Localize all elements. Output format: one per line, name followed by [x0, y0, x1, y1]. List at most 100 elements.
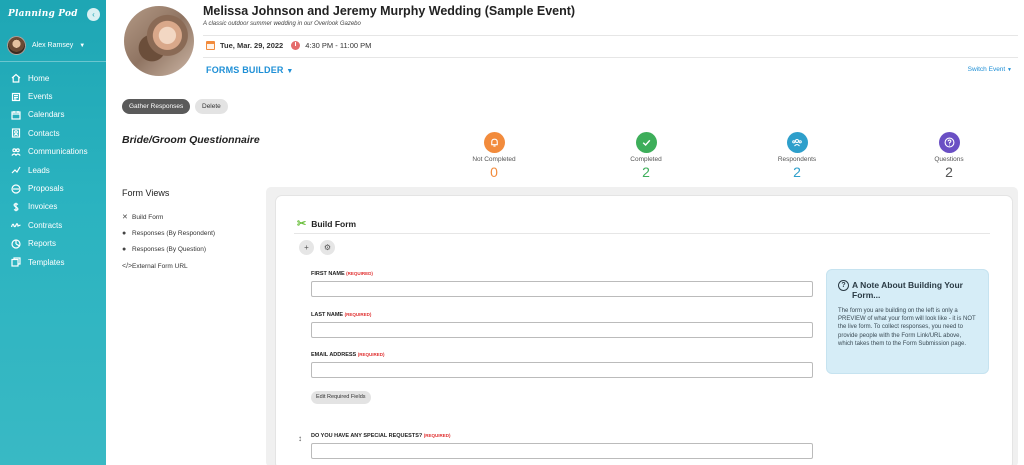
gather-responses-button[interactable]: Gather Responses — [122, 99, 191, 114]
builder-heading: ✂ Build Form — [297, 217, 356, 230]
edit-required-fields-button[interactable]: Edit Required Fields — [311, 391, 371, 404]
note-title: A Note About Building Your Form... — [852, 280, 963, 300]
field-label-text: LAST NAME — [311, 312, 344, 318]
stat-value: 2 — [793, 164, 801, 180]
required-marker: (REQUIRED) — [423, 433, 451, 438]
user-menu[interactable]: Alex Ramsey ▼ — [7, 36, 85, 55]
code-icon: </> — [122, 262, 133, 270]
dollar-icon — [10, 202, 22, 212]
last-name-input[interactable] — [311, 322, 813, 338]
first-name-input[interactable] — [311, 281, 813, 297]
builder-title: Build Form — [311, 218, 357, 229]
sidebar-item-home[interactable]: Home — [0, 69, 106, 87]
sidebar-item-label: Proposals — [28, 184, 64, 194]
sidebar-item-label: Contacts — [28, 128, 60, 138]
tools-icon: ✕ — [122, 214, 128, 222]
sidebar-item-label: Home — [28, 73, 50, 83]
form-view-build-form[interactable]: ✕ Build Form — [122, 209, 215, 225]
sidebar-item-label: Calendars — [28, 110, 65, 120]
bell-icon — [483, 132, 505, 153]
sidebar-item-contacts[interactable]: Contacts — [0, 124, 106, 142]
form-view-external-url[interactable]: </> External Form URL — [122, 258, 215, 274]
caret-down-icon: ▼ — [1007, 67, 1012, 73]
sidebar-nav: Home Events Calendars Contacts Communica… — [0, 69, 106, 271]
templates-icon — [10, 257, 22, 267]
field-label-text: FIRST NAME — [311, 271, 345, 277]
question-icon — [938, 132, 960, 153]
sidebar-item-contracts[interactable]: Contracts — [0, 216, 106, 234]
header-divider — [203, 57, 1018, 58]
stat-not-completed: Not Completed 0 — [454, 132, 534, 180]
users-icon: ● — [122, 229, 127, 237]
sidebar: Planning Pod ‹ Alex Ramsey ▼ Home Events… — [0, 0, 106, 465]
form-views-heading: Form Views — [122, 188, 170, 198]
required-marker: (REQUIRED) — [346, 271, 373, 276]
forms-builder-label: FORMS BUILDER — [206, 65, 284, 75]
question-circle-icon: ● — [122, 246, 127, 254]
stat-label: Not Completed — [472, 156, 516, 163]
event-time: 4:30 PM - 11:00 PM — [305, 41, 372, 50]
collapse-sidebar-icon[interactable]: ‹ — [87, 8, 100, 21]
special-requests-input[interactable] — [311, 443, 813, 459]
switch-event-dropdown[interactable]: Switch Event ▼ — [968, 66, 1012, 73]
field-label-email: EMAIL ADDRESS (REQUIRED) — [311, 352, 385, 358]
question-circle-icon: ? — [838, 280, 849, 291]
stat-label: Respondents — [777, 156, 817, 163]
required-marker: (REQUIRED) — [344, 312, 372, 317]
event-subtitle: A classic outdoor summer wedding in our … — [203, 21, 361, 27]
switch-event-label: Switch Event — [967, 66, 1006, 73]
sidebar-item-templates[interactable]: Templates — [0, 253, 106, 271]
form-view-label: Responses (By Question) — [132, 246, 207, 254]
form-view-by-question[interactable]: ● Responses (By Question) — [122, 242, 215, 258]
form-view-by-respondent[interactable]: ● Responses (By Respondent) — [122, 225, 215, 241]
caret-down-icon: ▼ — [286, 68, 294, 75]
stat-value: 0 — [490, 164, 498, 180]
app-logo[interactable]: Planning Pod — [8, 9, 78, 19]
stat-label: Questions — [934, 156, 964, 163]
sidebar-item-label: Leads — [28, 165, 50, 175]
field-label-last-name: LAST NAME (REQUIRED) — [311, 312, 371, 318]
proposals-icon — [10, 183, 22, 194]
sidebar-item-events[interactable]: Events — [0, 87, 106, 105]
signature-icon — [10, 220, 22, 230]
form-settings-button[interactable]: ⚙ — [320, 240, 335, 255]
sidebar-item-proposals[interactable]: Proposals — [0, 179, 106, 197]
sidebar-item-label: Reports — [28, 239, 57, 249]
check-icon — [635, 132, 657, 153]
communications-icon — [10, 147, 22, 157]
calendar-icon — [10, 110, 22, 120]
field-label-text: DO YOU HAVE ANY SPECIAL REQUESTS? — [311, 433, 423, 439]
building-note-callout: ? A Note About Building Your Form... The… — [826, 269, 989, 374]
sidebar-item-communications[interactable]: Communications — [0, 143, 106, 161]
stat-label: Completed — [630, 156, 662, 163]
page-title: Melissa Johnson and Jeremy Murphy Weddin… — [203, 4, 576, 18]
form-views-list: ✕ Build Form ● Responses (By Respondent)… — [122, 209, 215, 274]
header-divider — [203, 35, 1018, 36]
sidebar-item-invoices[interactable]: Invoices — [0, 198, 106, 216]
stat-respondents: Respondents 2 — [757, 132, 837, 180]
form-title: Bride/Groom Questionnaire — [122, 134, 260, 146]
sidebar-item-reports[interactable]: Reports — [0, 235, 106, 253]
user-name: Alex Ramsey — [32, 42, 74, 49]
home-icon — [10, 73, 22, 83]
event-date-row: Tue, Mar. 29, 2022 4:30 PM - 11:00 PM — [206, 41, 371, 50]
sidebar-item-calendars[interactable]: Calendars — [0, 106, 106, 124]
avatar — [7, 36, 26, 55]
sidebar-item-label: Templates — [28, 257, 65, 267]
sidebar-item-label: Contracts — [28, 220, 63, 230]
reports-icon — [10, 239, 22, 249]
email-address-input[interactable] — [311, 362, 813, 378]
add-field-button[interactable]: + — [299, 240, 314, 255]
required-marker: (REQUIRED) — [357, 352, 385, 357]
sidebar-item-leads[interactable]: Leads — [0, 161, 106, 179]
contacts-icon — [10, 128, 22, 138]
calendar-icon — [206, 41, 215, 50]
tools-icon: ✂ — [297, 218, 307, 230]
field-label-special-requests: DO YOU HAVE ANY SPECIAL REQUESTS? (REQUI… — [311, 433, 451, 439]
builder-divider — [294, 233, 990, 234]
sidebar-item-label: Invoices — [28, 202, 58, 212]
note-heading: ? A Note About Building Your Form... — [838, 280, 977, 300]
delete-button[interactable]: Delete — [195, 99, 228, 114]
forms-builder-dropdown[interactable]: FORMS BUILDER ▼ — [206, 65, 293, 75]
drag-handle-icon[interactable]: ↕ — [298, 434, 302, 443]
